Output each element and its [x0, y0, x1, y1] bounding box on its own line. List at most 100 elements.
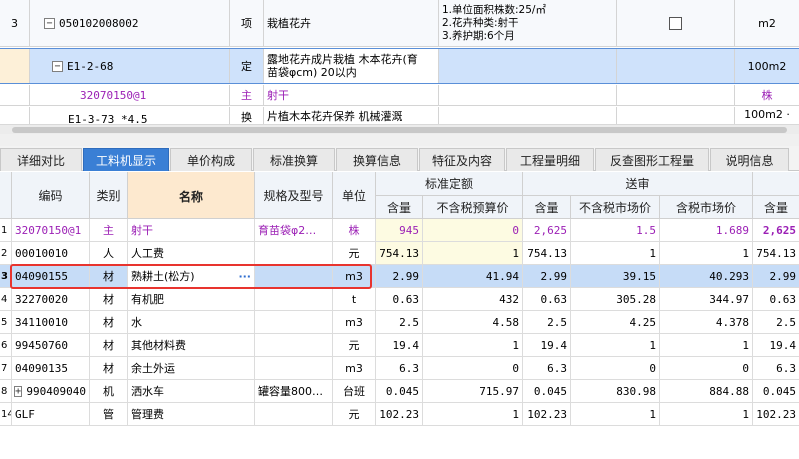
- cell-price-market-tax[interactable]: 884.88: [660, 380, 753, 402]
- tab-graphic-quantity[interactable]: 反查图形工程量: [595, 148, 709, 171]
- tree-row-list-item[interactable]: E1-3-73 *4.5 换 片植木本花卉保养 机械灌溉 100m2 ·: [0, 107, 799, 124]
- tree-row-selected[interactable]: − E1-2-68 定 露地花卉成片栽植 木本花卉(育 苗袋φcm) 20以内 …: [0, 48, 799, 84]
- header-price-market-tax[interactable]: 含税市场价: [660, 196, 753, 219]
- cell-name[interactable]: 有机肥: [128, 288, 255, 310]
- cell-type[interactable]: 材: [90, 311, 128, 333]
- cell-type[interactable]: 机: [90, 380, 128, 402]
- cell-name[interactable]: 射干: [128, 219, 255, 241]
- cell-spec[interactable]: [255, 403, 333, 425]
- cell-qty-review[interactable]: 2.99: [523, 265, 571, 287]
- header-unit[interactable]: 单位: [333, 172, 376, 219]
- cell-qty-review[interactable]: 19.4: [523, 334, 571, 356]
- cell-qty[interactable]: 2.5: [376, 311, 423, 333]
- cell-price-std[interactable]: 1: [423, 242, 523, 264]
- horizontal-scrollbar[interactable]: [0, 124, 799, 134]
- table-row[interactable]: 4 32270020 材 有机肥 t 0.63 432 0.63 305.28 …: [0, 288, 799, 311]
- cell-name[interactable]: 其他材料费: [128, 334, 255, 356]
- cell-name[interactable]: 熟耕土(松方): [131, 268, 195, 284]
- cell-price-market[interactable]: 1.5: [571, 219, 660, 241]
- cell-code[interactable]: 04090135: [12, 357, 90, 379]
- cell-qty-review[interactable]: 2.5: [523, 311, 571, 333]
- cell-qty-review[interactable]: 754.13: [523, 242, 571, 264]
- cell-spec[interactable]: [255, 334, 333, 356]
- cell-price-std[interactable]: 4.58: [423, 311, 523, 333]
- cell-price-market[interactable]: 4.25: [571, 311, 660, 333]
- cell-name[interactable]: 洒水车: [128, 380, 255, 402]
- cell-qty-extra[interactable]: 2.99: [753, 265, 799, 287]
- cell-qty[interactable]: 19.4: [376, 334, 423, 356]
- cell-qty[interactable]: 754.13: [376, 242, 423, 264]
- cell-spec[interactable]: [255, 311, 333, 333]
- cell-price-market-tax[interactable]: 1.689: [660, 219, 753, 241]
- header-name[interactable]: 名称: [128, 172, 255, 219]
- cell-price-market[interactable]: 0: [571, 357, 660, 379]
- header-qty-review[interactable]: 含量: [523, 196, 571, 219]
- tree-row-list-item[interactable]: 3 − 050102008002 项 栽植花卉 1.单位面积株数:25/㎡ 2.…: [0, 0, 799, 47]
- header-price-std[interactable]: 不含税预算价: [423, 196, 523, 219]
- cell-name[interactable]: 水: [128, 311, 255, 333]
- cell-price-market[interactable]: 1: [571, 403, 660, 425]
- cell-qty-review[interactable]: 102.23: [523, 403, 571, 425]
- cell-price-market-tax[interactable]: 0: [660, 357, 753, 379]
- cell-price-market[interactable]: 1: [571, 334, 660, 356]
- cell-qty-review[interactable]: 6.3: [523, 357, 571, 379]
- tab-description[interactable]: 说明信息: [710, 148, 789, 171]
- tab-features-content[interactable]: 特征及内容: [419, 148, 505, 171]
- table-row[interactable]: 14 GLF 管 管理费 元 102.23 1 102.23 1 1 102.2…: [0, 403, 799, 426]
- cell-price-std[interactable]: 41.94: [423, 265, 523, 287]
- cell-code[interactable]: 990409040: [26, 385, 86, 398]
- cell-spec[interactable]: 罐容量800…: [255, 380, 333, 402]
- cell-code[interactable]: GLF: [12, 403, 90, 425]
- table-row[interactable]: 2 00010010 人 人工费 元 754.13 1 754.13 1 1 7…: [0, 242, 799, 265]
- cell-price-market-tax[interactable]: 1: [660, 403, 753, 425]
- table-row-selected[interactable]: 3 04090155 材 熟耕土(松方) ··· m3 2.99 41.94 2…: [0, 265, 799, 288]
- table-row[interactable]: 5 34110010 材 水 m3 2.5 4.58 2.5 4.25 4.37…: [0, 311, 799, 334]
- cell-type[interactable]: 材: [90, 265, 128, 287]
- cell-name[interactable]: 余土外运: [128, 357, 255, 379]
- cell-price-market-tax[interactable]: 1: [660, 242, 753, 264]
- header-qty-extra[interactable]: 含量: [753, 196, 799, 219]
- cell-unit[interactable]: 元: [333, 334, 376, 356]
- cell-type[interactable]: 管: [90, 403, 128, 425]
- cell-unit[interactable]: 元: [333, 403, 376, 425]
- cell-spec[interactable]: 育苗袋φ2…: [255, 219, 333, 241]
- tab-quantity-detail[interactable]: 工程量明细: [506, 148, 594, 171]
- cell-qty-review[interactable]: 2,625: [523, 219, 571, 241]
- more-options-icon[interactable]: ···: [238, 270, 251, 283]
- cell-qty[interactable]: 102.23: [376, 403, 423, 425]
- cell-qty-extra[interactable]: 6.3: [753, 357, 799, 379]
- header-qty[interactable]: 含量: [376, 196, 423, 219]
- cell-price-std[interactable]: 0: [423, 357, 523, 379]
- cell-type[interactable]: 材: [90, 288, 128, 310]
- cell-price-std[interactable]: 715.97: [423, 380, 523, 402]
- cell-unit[interactable]: t: [333, 288, 376, 310]
- cell-qty-review[interactable]: 0.045: [523, 380, 571, 402]
- table-row[interactable]: 7 04090135 材 余土外运 m3 6.3 0 6.3 0 0 6.3: [0, 357, 799, 380]
- cell-price-std[interactable]: 1: [423, 403, 523, 425]
- cell-qty[interactable]: 0.045: [376, 380, 423, 402]
- cell-qty-extra[interactable]: 2,625: [753, 219, 799, 241]
- cell-qty-extra[interactable]: 0.63: [753, 288, 799, 310]
- tree-row-list-item[interactable]: 32070150@1 主 射干 株: [0, 85, 799, 106]
- table-row[interactable]: 6 99450760 材 其他材料费 元 19.4 1 19.4 1 1 19.…: [0, 334, 799, 357]
- collapse-icon[interactable]: −: [44, 17, 55, 29]
- cell-unit[interactable]: m3: [333, 357, 376, 379]
- cell-price-market-tax[interactable]: 1: [660, 334, 753, 356]
- row-checkbox[interactable]: [669, 16, 682, 30]
- cell-qty[interactable]: 2.99: [376, 265, 423, 287]
- cell-price-market[interactable]: 305.28: [571, 288, 660, 310]
- collapse-icon[interactable]: −: [52, 60, 63, 72]
- pane-splitter[interactable]: [0, 134, 799, 146]
- tab-materials-machines[interactable]: 工料机显示: [83, 148, 169, 171]
- cell-code[interactable]: 00010010: [12, 242, 90, 264]
- cell-qty-review[interactable]: 0.63: [523, 288, 571, 310]
- cell-unit[interactable]: m3: [333, 265, 376, 287]
- cell-name[interactable]: 管理费: [128, 403, 255, 425]
- cell-code[interactable]: 34110010: [12, 311, 90, 333]
- cell-price-std[interactable]: 0: [423, 219, 523, 241]
- tab-standard-conversion[interactable]: 标准换算: [253, 148, 335, 171]
- cell-qty-extra[interactable]: 19.4: [753, 334, 799, 356]
- table-row[interactable]: 8 + 990409040 机 洒水车 罐容量800… 台班 0.045 715…: [0, 380, 799, 403]
- cell-name[interactable]: 人工费: [128, 242, 255, 264]
- cell-unit[interactable]: m3: [333, 311, 376, 333]
